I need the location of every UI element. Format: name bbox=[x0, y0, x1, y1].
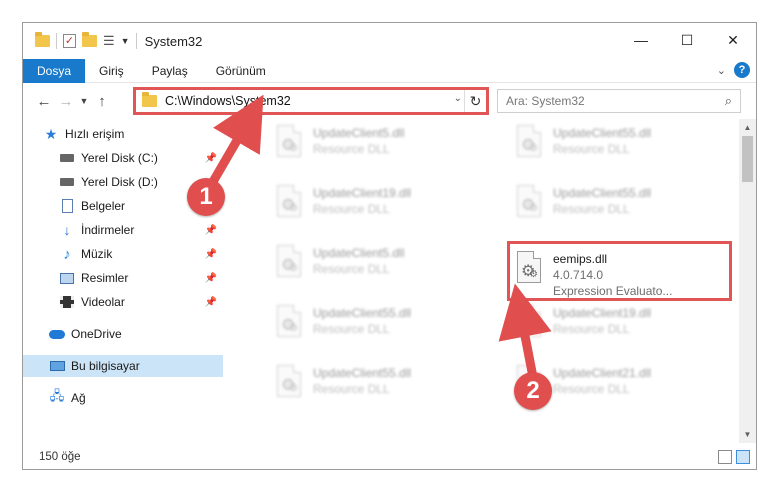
annotation-arrows bbox=[209, 94, 552, 377]
arrow-to-address-bar bbox=[209, 94, 264, 185]
step-one-callout: 1 bbox=[187, 178, 225, 216]
arrow-to-eemips-file bbox=[498, 283, 552, 377]
step-two-callout: 2 bbox=[514, 372, 552, 410]
